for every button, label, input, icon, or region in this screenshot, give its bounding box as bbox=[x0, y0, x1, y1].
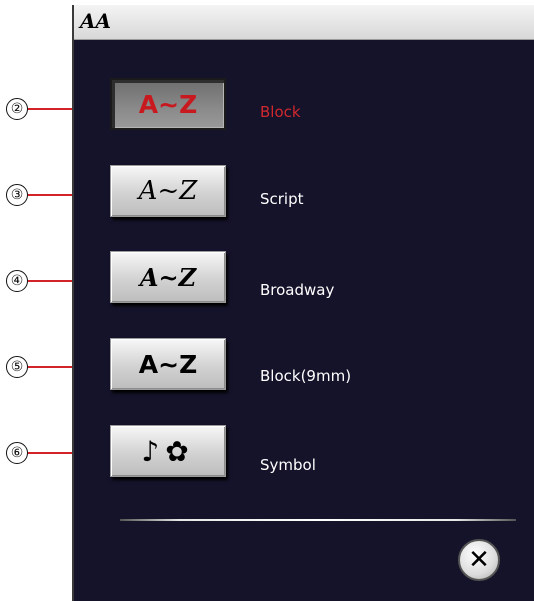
close-button[interactable]: ✕ bbox=[458, 539, 500, 581]
font-label-broadway: Broadway bbox=[260, 281, 335, 299]
callout-6: ⑥ bbox=[6, 442, 28, 464]
font-button-broadway-label: A~Z bbox=[139, 262, 197, 292]
font-button-script-label: A~Z bbox=[138, 176, 198, 206]
font-selection-screen: AA A~Z Block A~Z Script A~Z Broadway A~Z… bbox=[72, 5, 534, 601]
font-label-block: Block bbox=[260, 103, 301, 121]
font-button-block-label: A~Z bbox=[138, 89, 198, 119]
font-label-block-9mm: Block(9mm) bbox=[260, 367, 352, 385]
font-button-block-9mm-label: A~Z bbox=[138, 349, 198, 379]
font-button-script[interactable]: A~Z bbox=[110, 165, 226, 217]
window-title: AA bbox=[80, 9, 112, 33]
font-button-block[interactable]: A~Z bbox=[110, 78, 226, 130]
title-bar: AA bbox=[74, 5, 534, 40]
callout-2: ② bbox=[6, 98, 28, 120]
font-button-broadway[interactable]: A~Z bbox=[110, 251, 226, 303]
callout-5: ⑤ bbox=[6, 356, 28, 378]
callout-3: ③ bbox=[6, 184, 28, 206]
close-icon: ✕ bbox=[468, 545, 490, 575]
callout-4: ④ bbox=[6, 270, 28, 292]
font-label-symbol: Symbol bbox=[260, 456, 316, 474]
font-label-script: Script bbox=[260, 190, 304, 208]
font-button-block-9mm[interactable]: A~Z bbox=[110, 338, 226, 390]
font-button-symbol[interactable]: ♪✿ bbox=[110, 425, 226, 477]
font-button-symbol-label: ♪✿ bbox=[141, 434, 195, 468]
divider bbox=[120, 519, 516, 521]
